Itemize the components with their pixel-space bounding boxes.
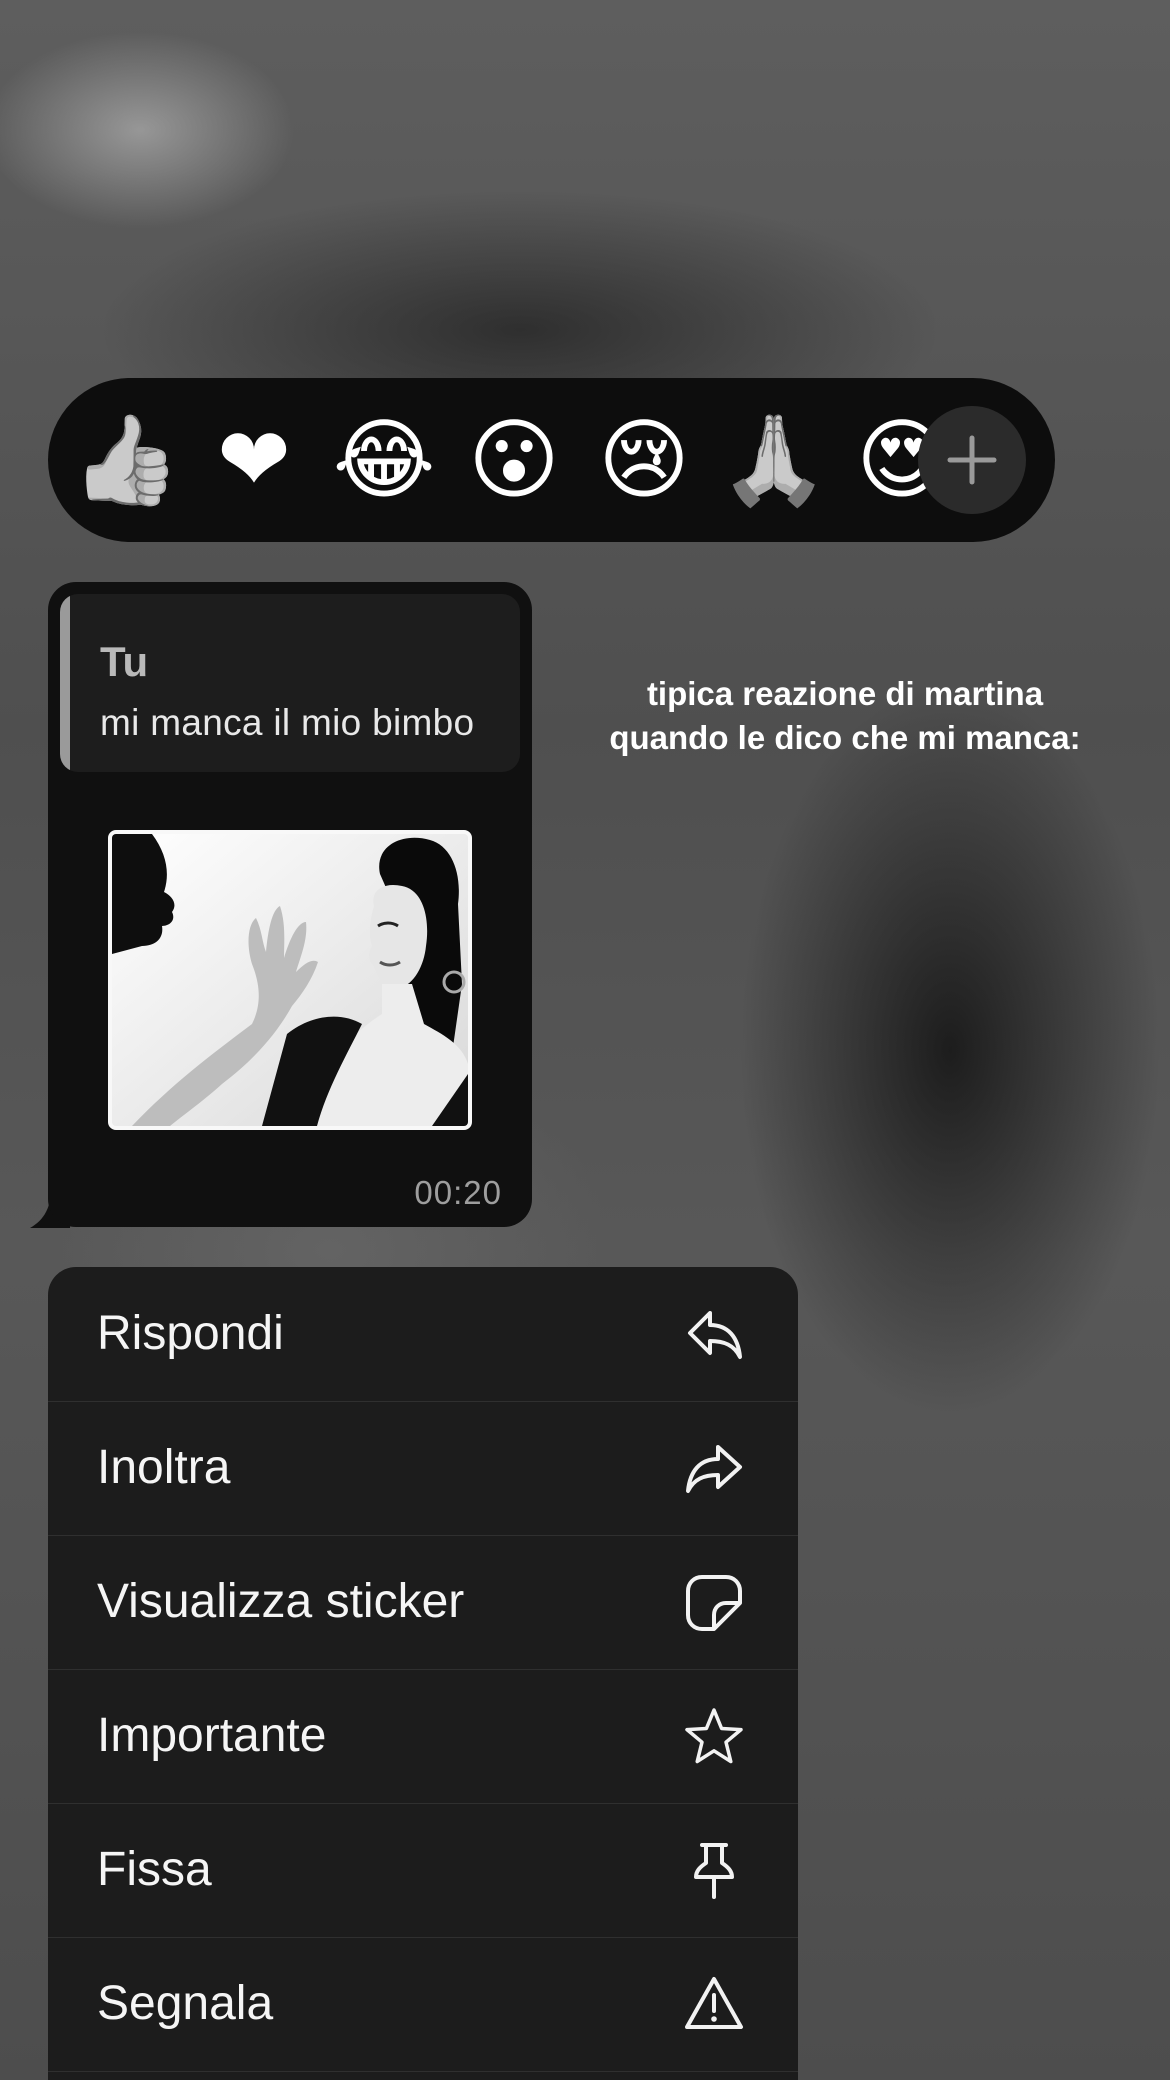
forward-icon <box>684 1439 744 1497</box>
caption-line-2: quando le dico che mi manca: <box>609 719 1081 756</box>
quoted-message[interactable]: Tu mi manca il mio bimbo <box>60 594 520 772</box>
folded-hands-icon[interactable]: 🙏 <box>719 412 829 508</box>
heart-icon[interactable]: ❤ <box>206 412 302 508</box>
story-caption: tipica reazione di martina quando le dic… <box>560 672 1130 760</box>
menu-item-report[interactable]: Segnala <box>48 1937 798 2072</box>
reaction-bar: 👍 ❤ 😂 😮 😢 🙏 😍 <box>48 378 1055 542</box>
star-icon <box>684 1707 744 1765</box>
message-timestamp: 00:20 <box>414 1174 502 1211</box>
menu-item-view-sticker[interactable]: Visualizza sticker <box>48 1535 798 1670</box>
thumbs-up-icon[interactable]: 👍 <box>71 412 181 508</box>
context-menu: Rispondi Inoltra Visualizza sticker Impo… <box>48 1267 798 2080</box>
quote-author: Tu <box>100 638 149 685</box>
more-reactions-button[interactable] <box>918 406 1026 514</box>
message-bubble[interactable]: Tu mi manca il mio bimbo 00:20 <box>48 582 532 1227</box>
sticker-photo <box>112 834 468 1126</box>
pin-icon <box>684 1841 744 1899</box>
plus-icon <box>947 435 997 485</box>
menu-item-pin[interactable]: Fissa <box>48 1803 798 1938</box>
quote-text: mi manca il mio bimbo <box>100 702 475 743</box>
tears-of-joy-icon[interactable]: 😂 <box>333 412 436 508</box>
menu-item-label: Visualizza sticker <box>97 1575 465 1628</box>
menu-item-reply[interactable]: Rispondi <box>48 1267 798 1402</box>
menu-item-forward[interactable]: Inoltra <box>48 1401 798 1536</box>
sticker-image[interactable] <box>108 830 472 1130</box>
menu-item-label: Inoltra <box>97 1441 231 1494</box>
menu-item-star[interactable]: Importante <box>48 1669 798 1804</box>
sticker-icon <box>684 1573 744 1631</box>
menu-item-label: Segnala <box>97 1977 274 2030</box>
menu-item-label: Rispondi <box>97 1307 284 1360</box>
warning-icon <box>684 1975 744 2033</box>
menu-item-label: Fissa <box>97 1843 212 1896</box>
crying-face-icon[interactable]: 😢 <box>596 412 692 508</box>
reply-icon <box>684 1305 744 1363</box>
surprised-face-icon[interactable]: 😮 <box>466 412 562 508</box>
caption-line-1: tipica reazione di martina <box>646 675 1044 712</box>
quote-accent-bar <box>60 594 70 772</box>
menu-item-label: Importante <box>97 1709 327 1762</box>
